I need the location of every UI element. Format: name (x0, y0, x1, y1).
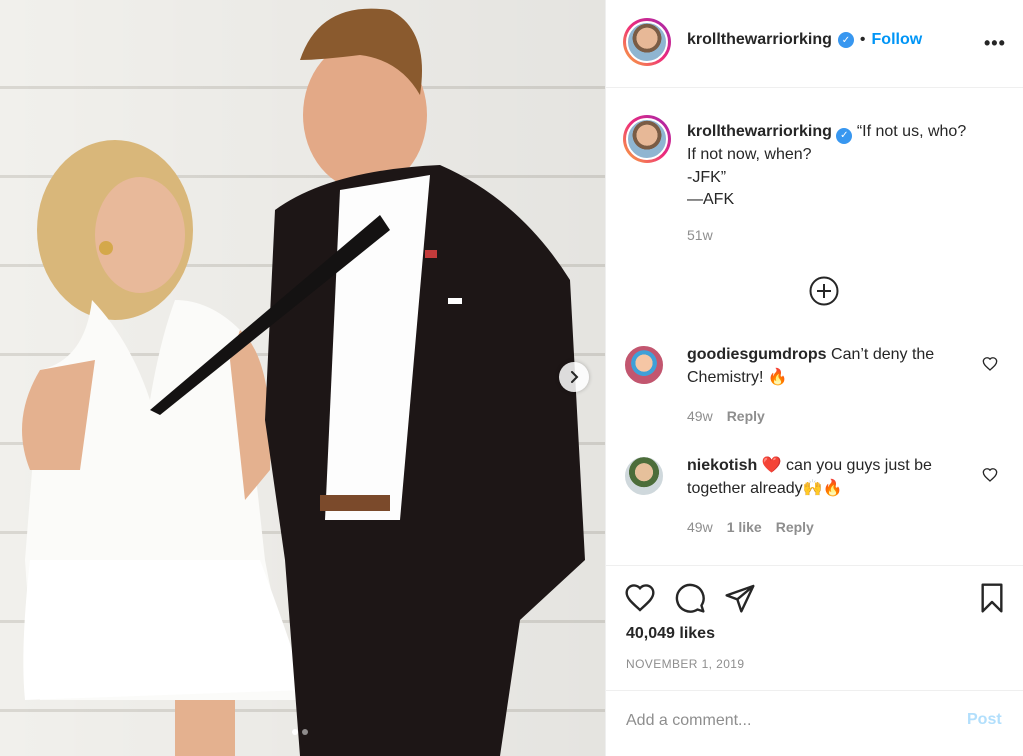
bookmark-icon[interactable] (976, 582, 1008, 614)
paper-plane-icon[interactable] (724, 582, 756, 614)
comment-age: 49w (687, 408, 713, 424)
reply-button[interactable]: Reply (776, 519, 814, 535)
comment-username[interactable]: niekotish (687, 457, 757, 474)
author-username[interactable]: krollthewarriorking (687, 31, 832, 49)
plus-circle-icon (817, 284, 831, 298)
post-side-panel: krollthewarriorking ✓ • Follow ••• kroll… (605, 0, 1023, 756)
comment-meta: 49w Reply (687, 408, 765, 424)
next-photo-button[interactable] (559, 362, 589, 392)
author-avatar[interactable] (623, 18, 671, 66)
post-photo[interactable] (0, 0, 605, 756)
comment-meta: 49w 1 like Reply (687, 519, 814, 535)
comment-like-heart-icon[interactable] (982, 467, 998, 483)
carousel-dot (302, 729, 308, 735)
comment-like-heart-icon[interactable] (982, 356, 998, 372)
post-date[interactable]: NOVEMBER 1, 2019 (626, 657, 744, 671)
caption-avatar[interactable] (623, 115, 671, 163)
carousel-indicator (292, 729, 308, 735)
comment-likes[interactable]: 1 like (727, 519, 762, 535)
carousel-dot-active (292, 729, 298, 735)
add-comment-input[interactable] (626, 709, 946, 733)
add-comment-bar: Post (606, 690, 1023, 756)
verified-badge-icon: ✓ (837, 32, 854, 48)
comment-age: 49w (687, 519, 713, 535)
comment-text: goodiesgumdrops Can’t deny the Chemistry… (687, 344, 977, 389)
commenter-avatar[interactable] (623, 455, 665, 497)
photo-illustration (22, 8, 585, 756)
separator-dot: • (859, 31, 866, 48)
post-header: krollthewarriorking ✓ • Follow ••• (606, 0, 1023, 88)
likes-count[interactable]: 40,049 likes (626, 625, 715, 643)
chevron-right-icon (571, 371, 579, 383)
comment-text: niekotish ❤️ can you guys just be togeth… (687, 455, 977, 500)
post-comment-button[interactable]: Post (967, 711, 1002, 729)
reply-button[interactable]: Reply (727, 408, 765, 424)
caption-age: 51w (687, 227, 713, 243)
comment-icon[interactable] (674, 582, 706, 614)
verified-badge-icon: ✓ (836, 128, 853, 145)
comment-username[interactable]: goodiesgumdrops (687, 346, 827, 363)
more-options-button[interactable]: ••• (984, 33, 1006, 54)
instagram-post-modal: krollthewarriorking ✓ • Follow ••• kroll… (0, 0, 1023, 756)
commenter-avatar[interactable] (623, 344, 665, 386)
caption-text: krollthewarriorking ✓ “If not us, who? I… (687, 121, 1017, 212)
like-heart-icon[interactable] (624, 582, 656, 614)
caption-username[interactable]: krollthewarriorking (687, 123, 832, 140)
follow-button[interactable]: Follow (872, 31, 923, 49)
post-actions: 40,049 likes NOVEMBER 1, 2019 (606, 565, 1023, 690)
load-more-comments-button[interactable] (809, 276, 839, 306)
